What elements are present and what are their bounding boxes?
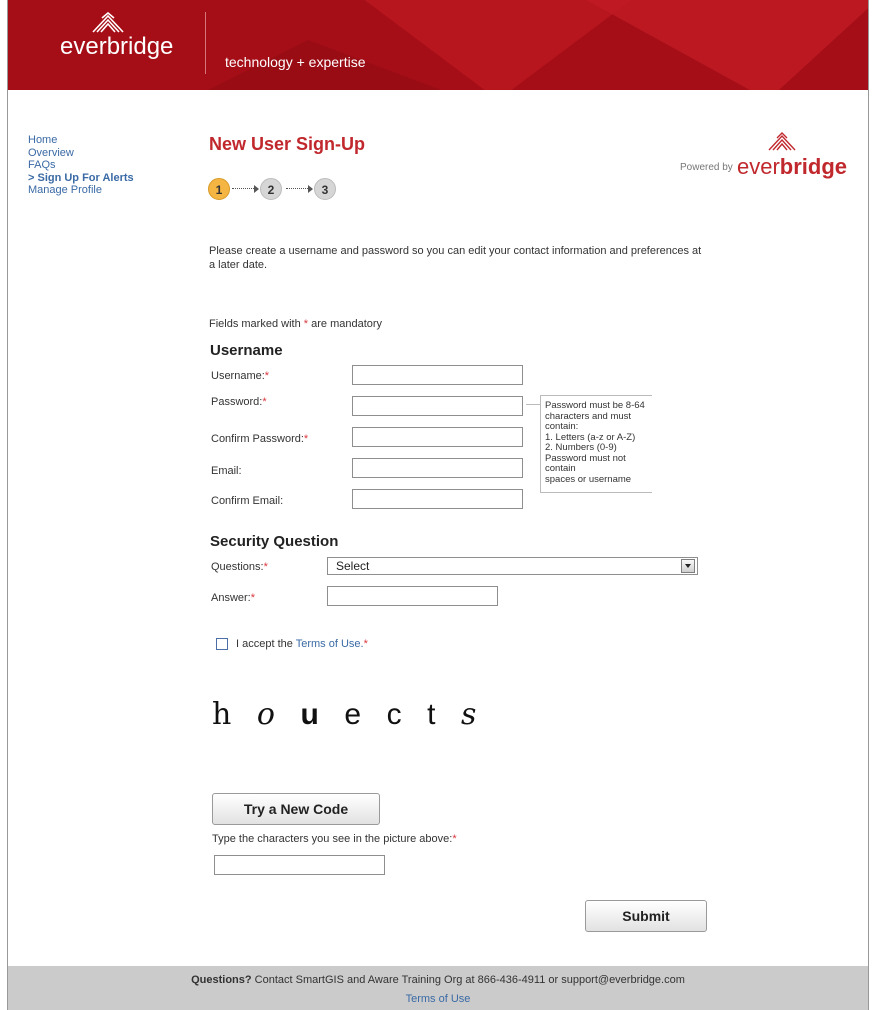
security-question-select[interactable]: Select xyxy=(327,557,698,575)
captcha-image: h o u e c t s xyxy=(212,697,484,732)
step-arrow xyxy=(232,188,256,189)
confirm-email-label: Confirm Email: xyxy=(211,495,284,507)
site-footer: Questions? Contact SmartGIS and Aware Tr… xyxy=(8,966,868,1010)
password-input[interactable] xyxy=(352,396,523,416)
powered-by-label: Powered by xyxy=(680,162,733,173)
captcha-char: e xyxy=(344,698,370,731)
security-question-heading: Security Question xyxy=(210,533,339,550)
captcha-char: h xyxy=(212,697,240,732)
captcha-char: c xyxy=(386,698,410,731)
answer-label: Answer:* xyxy=(211,592,255,604)
required-star: * xyxy=(264,370,270,382)
confirm-password-label: Confirm Password:* xyxy=(211,433,308,445)
powered-by-brand: everbridge xyxy=(737,154,847,180)
captcha-char: t xyxy=(427,698,444,731)
username-heading: Username xyxy=(210,342,283,359)
mandatory-suffix: are mandatory xyxy=(311,318,383,330)
nav-item-home[interactable]: Home xyxy=(28,134,134,147)
required-star: * xyxy=(363,638,368,650)
nav-item-sign-up[interactable]: > Sign Up For Alerts xyxy=(28,172,134,185)
step-3: 3 xyxy=(314,178,336,200)
nav-item-overview[interactable]: Overview xyxy=(28,147,134,160)
brand-bold: bridge xyxy=(779,154,848,179)
everbridge-logo-icon xyxy=(768,132,796,151)
step-arrowhead xyxy=(308,185,313,193)
email-input[interactable] xyxy=(352,458,523,478)
confirm-password-label-text: Confirm Password: xyxy=(211,433,304,445)
footer-questions: Questions? xyxy=(191,974,252,986)
required-star: * xyxy=(303,433,309,445)
everbridge-logo-icon xyxy=(92,12,124,33)
left-nav: Home Overview FAQs > Sign Up For Alerts … xyxy=(28,134,134,197)
required-star: * xyxy=(263,561,268,573)
footer-contact-text: Contact SmartGIS and Aware Training Org … xyxy=(254,974,685,986)
password-hint-line: characters and must contain: xyxy=(545,410,632,432)
email-label: Email: xyxy=(211,465,242,477)
username-label-text: Username: xyxy=(211,370,265,382)
step-1: 1 xyxy=(208,178,230,200)
confirm-email-input[interactable] xyxy=(352,489,523,509)
security-answer-input[interactable] xyxy=(327,586,498,606)
header-divider xyxy=(205,12,206,74)
captcha-prompt: Type the characters you see in the pictu… xyxy=(212,833,457,845)
submit-button[interactable]: Submit xyxy=(585,900,707,932)
questions-label: Questions:* xyxy=(211,561,268,573)
mandatory-note: Fields marked with * are mandatory xyxy=(209,318,382,330)
page-title: New User Sign-Up xyxy=(209,134,366,154)
username-input[interactable] xyxy=(352,365,523,385)
password-hint: Password must be 8-64 characters and mus… xyxy=(540,395,652,493)
captcha-char: s xyxy=(461,697,485,732)
mandatory-prefix: Fields marked with xyxy=(209,318,301,330)
header-decoration xyxy=(568,0,868,90)
username-label: Username:* xyxy=(211,370,269,382)
step-arrow xyxy=(286,188,310,189)
captcha-char: o xyxy=(256,697,283,732)
footer-terms-link[interactable]: Terms of Use xyxy=(406,993,471,1005)
confirm-password-input[interactable] xyxy=(352,427,523,447)
required-star: * xyxy=(452,833,457,845)
required-star: * xyxy=(303,318,309,330)
required-star: * xyxy=(250,592,256,604)
try-new-code-button[interactable]: Try a New Code xyxy=(212,793,380,825)
intro-text: Please create a username and password so… xyxy=(209,245,702,271)
password-hint-line: Password must not contain xyxy=(545,452,626,474)
password-hint-connector xyxy=(526,404,540,405)
required-star: * xyxy=(262,396,267,408)
password-label-text: Password: xyxy=(211,396,263,408)
header-tagline: technology + expertise xyxy=(225,54,366,70)
nav-item-faqs[interactable]: FAQs xyxy=(28,159,134,172)
captcha-char: u xyxy=(300,698,327,731)
brand-light: ever xyxy=(737,154,780,179)
accept-terms-prefix: I accept the xyxy=(236,638,293,650)
captcha-prompt-text: Type the characters you see in the pictu… xyxy=(212,833,453,845)
footer-terms: Terms of Use xyxy=(8,993,868,1005)
password-label: Password:* xyxy=(211,396,267,408)
password-hint-line: Password must be 8-64 xyxy=(545,400,645,411)
step-arrowhead xyxy=(254,185,259,193)
accept-terms-checkbox[interactable] xyxy=(216,638,228,650)
answer-label-text: Answer: xyxy=(211,592,251,604)
step-2: 2 xyxy=(260,178,282,200)
powered-by-logo: Powered by everbridge xyxy=(680,132,847,182)
password-hint-line: spaces or username xyxy=(545,473,632,485)
questions-label-text: Questions: xyxy=(211,561,264,573)
password-hint-line: 2. Numbers (0-9) xyxy=(545,442,617,453)
brand-logo-text[interactable]: everbridge xyxy=(60,33,173,61)
site-header: everbridge technology + expertise xyxy=(8,0,868,90)
security-question-selected: Select xyxy=(336,559,370,573)
chevron-down-icon[interactable] xyxy=(681,559,695,573)
footer-contact: Questions? Contact SmartGIS and Aware Tr… xyxy=(8,974,868,986)
captcha-input[interactable] xyxy=(214,855,385,875)
nav-item-manage-profile[interactable]: Manage Profile xyxy=(28,184,134,197)
terms-of-use-link[interactable]: Terms of Use. xyxy=(296,638,364,650)
accept-terms-label: I accept the Terms of Use.* xyxy=(236,638,368,650)
